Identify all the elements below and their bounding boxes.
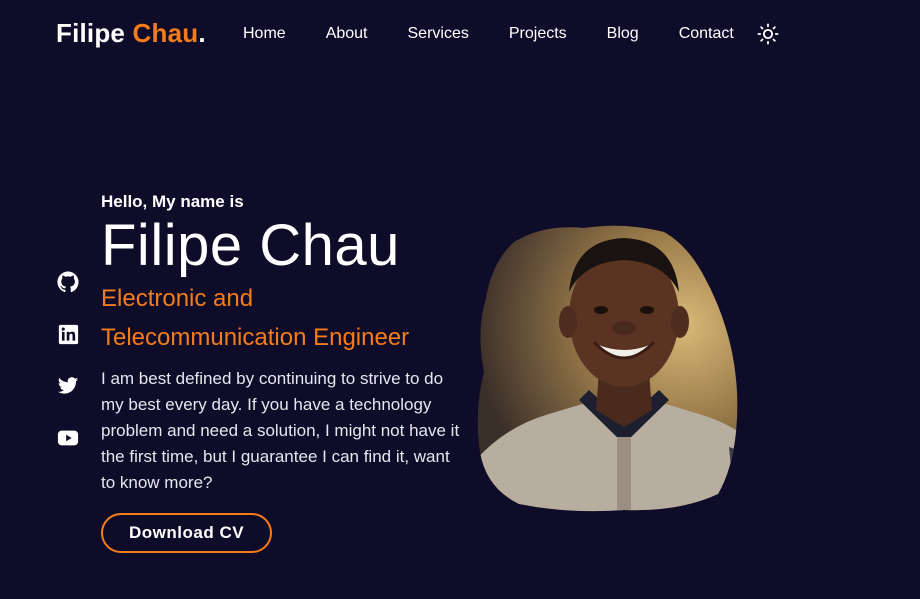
- greeting-text: Hello, My name is: [101, 192, 244, 211]
- youtube-icon[interactable]: [56, 426, 80, 450]
- nav-about[interactable]: About: [326, 25, 368, 43]
- logo-dot: .: [198, 18, 206, 48]
- role-line-2: Telecommunication Engineer: [101, 324, 410, 351]
- page: Filipe Chau. Home About Services Project…: [0, 0, 920, 599]
- profile-photo: [474, 222, 774, 518]
- download-cv-button[interactable]: Download CV: [101, 513, 273, 553]
- sun-icon[interactable]: [756, 22, 780, 46]
- hero-name: Filipe Chau: [101, 213, 400, 278]
- social-links: [56, 270, 80, 478]
- twitter-icon[interactable]: [56, 374, 80, 398]
- main-nav: Home About Services Projects Blog Contac…: [243, 22, 780, 46]
- nav-services[interactable]: Services: [408, 25, 469, 43]
- nav-contact[interactable]: Contact: [679, 25, 734, 43]
- site-logo[interactable]: Filipe Chau.: [56, 18, 206, 49]
- hero-section: Hello, My name is Filipe Chau Electronic…: [101, 192, 471, 553]
- logo-first-name: Filipe: [56, 18, 126, 48]
- bio-text: I am best defined by continuing to striv…: [101, 369, 460, 492]
- nav-home[interactable]: Home: [243, 25, 286, 43]
- logo-last-name: Chau: [132, 18, 199, 48]
- nav-blog[interactable]: Blog: [607, 25, 639, 43]
- nav-projects[interactable]: Projects: [509, 25, 567, 43]
- github-icon[interactable]: [56, 270, 80, 294]
- linkedin-icon[interactable]: [56, 322, 80, 346]
- role-line-1: Electronic and: [101, 285, 254, 312]
